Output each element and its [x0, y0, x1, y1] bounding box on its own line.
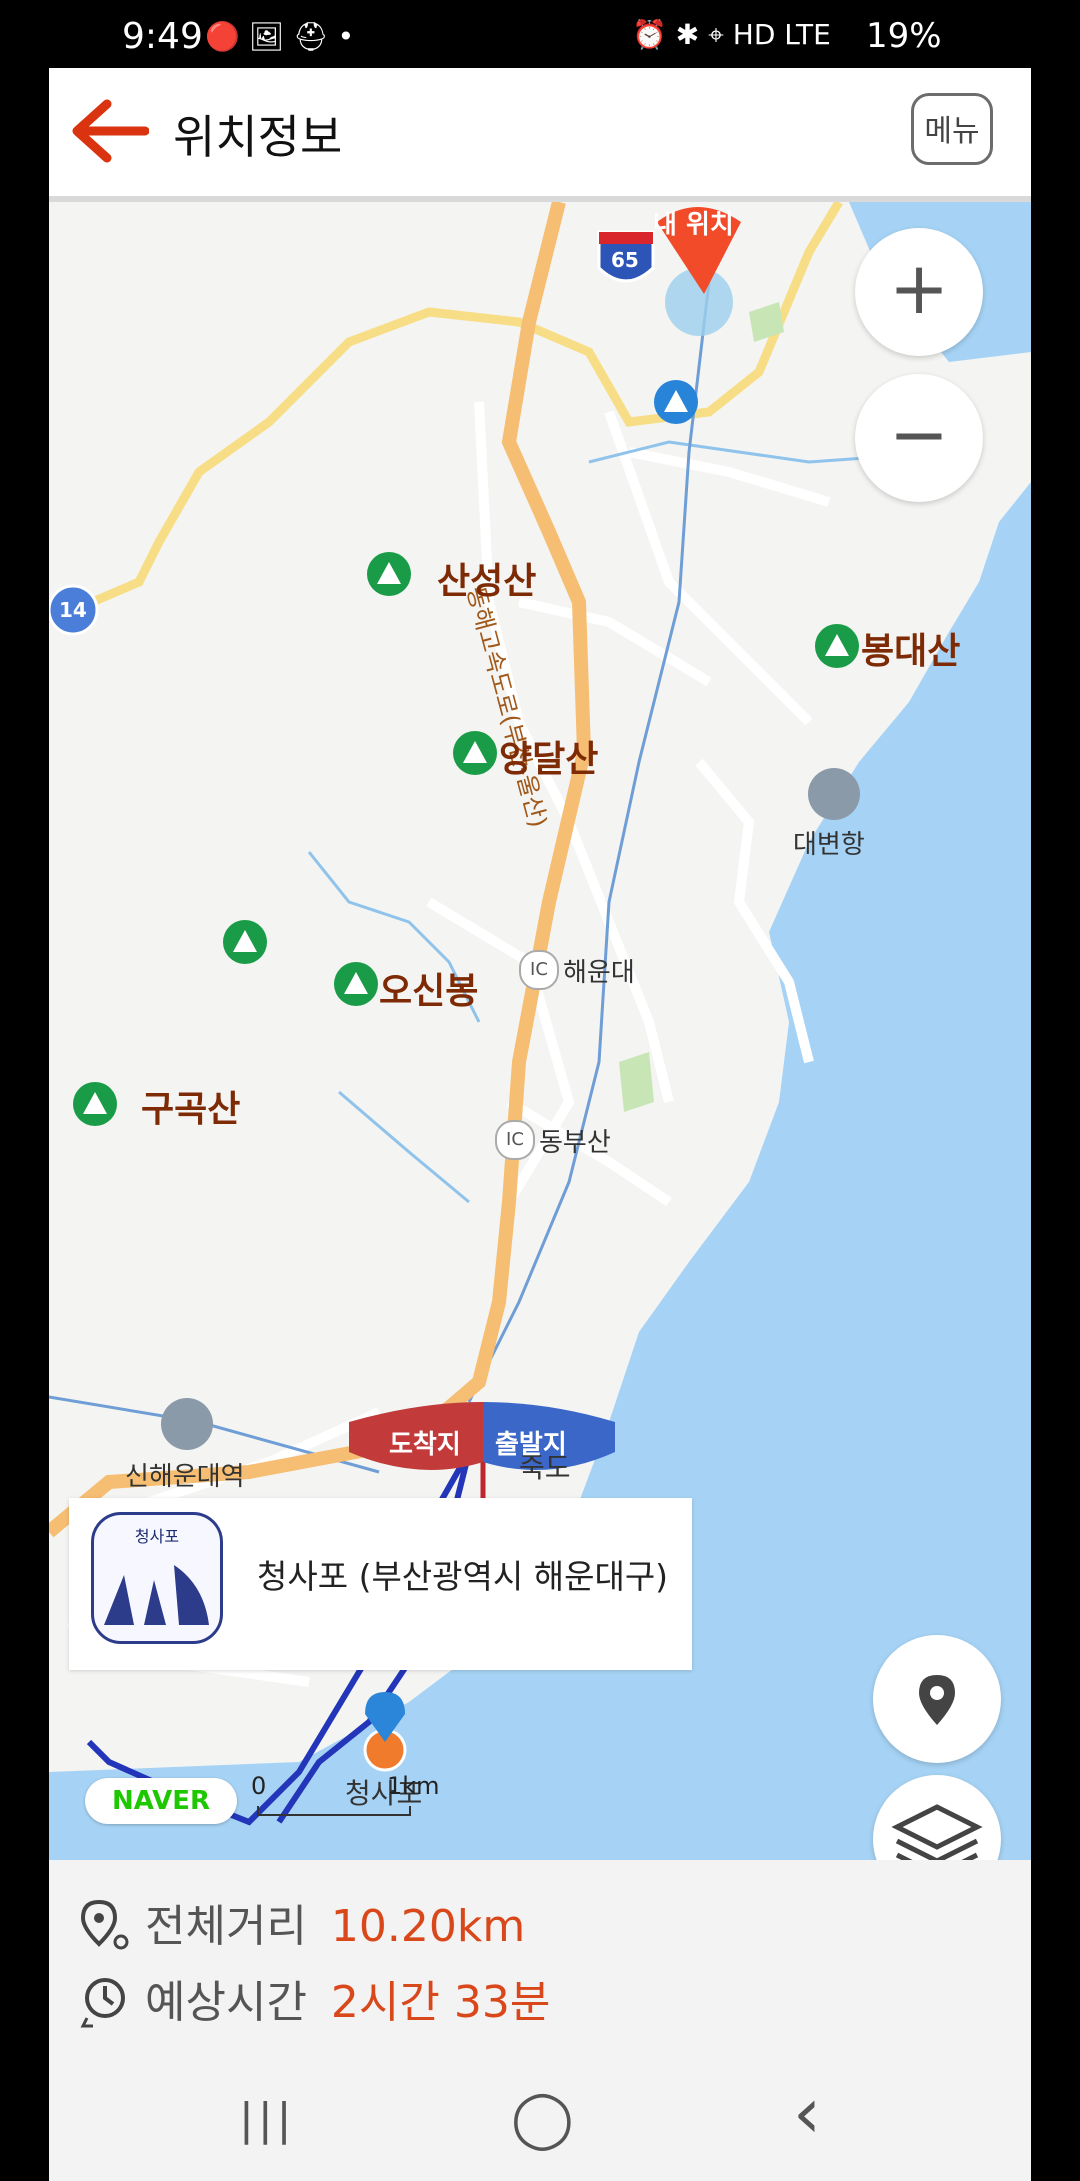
- mountain-label-gugoksan: 구곡산: [141, 1089, 241, 1130]
- back-arrow-icon: [72, 99, 150, 163]
- mountain-label-osinbong: 오신봉: [379, 971, 479, 1012]
- interchange-label-haeundae: 해운대: [563, 958, 635, 988]
- route-number-14: 14: [59, 598, 87, 622]
- place-logo-text: 청사포: [134, 1527, 180, 1546]
- notification-icons: 🔴 🖼 ⛑ •: [205, 20, 355, 53]
- port-icon: [808, 768, 860, 820]
- app-header: 위치정보 메뉴: [49, 68, 1031, 202]
- status-time: 9:49: [122, 16, 203, 57]
- estimated-time-value: 2시간 33분: [330, 1977, 551, 2028]
- home-button[interactable]: ◯: [511, 2086, 574, 2151]
- estimated-time-label: 예상시간: [145, 1977, 307, 2028]
- mountain-label-yangdalsan: 양달산: [499, 739, 599, 780]
- highway-number-65: 65: [611, 248, 639, 272]
- zoom-in-button[interactable]: +: [855, 228, 983, 356]
- departure-flag-label: 출발지: [495, 1430, 567, 1460]
- battery-level: 19%: [866, 16, 942, 56]
- train-station-icon: [161, 1398, 213, 1450]
- scale-end-label: 1km: [387, 1772, 440, 1800]
- layers-icon: [891, 1804, 983, 1860]
- scale-start-label: 0: [251, 1772, 267, 1800]
- naver-logo: NAVER: [85, 1778, 237, 1824]
- total-distance-row: 전체거리 10.20km: [145, 1890, 525, 1954]
- menu-button[interactable]: 메뉴: [911, 93, 993, 165]
- interchange-badge: IC: [495, 1120, 535, 1160]
- location-pin-icon: [919, 1675, 955, 1725]
- scale-bar: [257, 1806, 411, 1816]
- port-label: 대변항: [793, 830, 865, 860]
- rail-lines: [49, 281, 711, 1474]
- park-area: [619, 1052, 654, 1112]
- system-nav-bar: ||| ◯ ‹: [49, 2046, 1031, 2181]
- page-title: 위치정보: [173, 110, 343, 164]
- back-button[interactable]: [69, 96, 150, 166]
- map-layers-button[interactable]: [873, 1775, 1001, 1860]
- my-location-label: 내 위치: [653, 210, 734, 240]
- system-back-button[interactable]: ‹: [793, 2072, 821, 2154]
- current-location-button[interactable]: [873, 1635, 1001, 1763]
- status-bar: 9:49 🔴 🖼 ⛑ • ⏰ ✱ ⌖ HD LTE 19%: [0, 0, 1080, 68]
- distance-pin-icon: [80, 1899, 129, 1950]
- place-info-card[interactable]: 청사포 청사포 (부산광역시 해운대구): [69, 1498, 692, 1670]
- zoom-out-button[interactable]: −: [855, 374, 983, 502]
- system-icons: ⏰ ✱ ⌖ HD LTE: [632, 18, 831, 51]
- time-clock-icon: [80, 1978, 125, 2028]
- estimated-time-row: 예상시간 2시간 33분: [145, 1966, 550, 2030]
- station-label: 신해운대역: [125, 1462, 245, 1492]
- recent-apps-button[interactable]: |||: [239, 2094, 295, 2145]
- mountain-label-bongdaesan: 봉대산: [861, 631, 961, 672]
- interchange-label-dongbusan: 동부산: [539, 1128, 611, 1158]
- logo-illustration-icon: [104, 1565, 209, 1625]
- arrival-flag-label: 도착지: [389, 1430, 461, 1460]
- total-distance-value: 10.20km: [330, 1901, 526, 1952]
- map-view[interactable]: 내 위치 65 14 동해고속도로(부산-울산) 산성산 봉대산 양달산 오신봉…: [49, 202, 1031, 1860]
- place-logo: 청사포: [91, 1512, 223, 1644]
- route-info-panel: 전체거리 10.20km 예상시간 2시간 33분: [49, 1860, 1031, 2046]
- total-distance-label: 전체거리: [145, 1901, 307, 1952]
- app-window: 위치정보 메뉴 내 위치 65 14 동해고속도로(부산-울산) 산성산 봉대산…: [49, 68, 1031, 2181]
- mountain-label-sanseongsan: 산성산: [437, 561, 537, 602]
- place-info-text: 청사포 (부산광역시 해운대구): [257, 1557, 669, 1596]
- interchange-badge: IC: [519, 950, 559, 990]
- regional-roads: [67, 202, 843, 617]
